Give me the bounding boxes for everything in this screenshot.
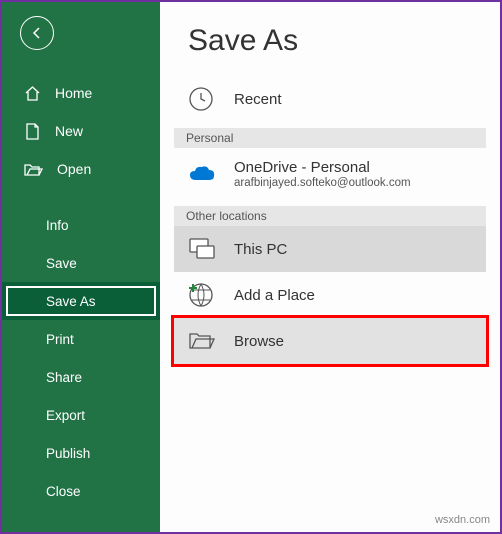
nav-home[interactable]: Home: [2, 74, 160, 112]
nav-label: Print: [46, 332, 74, 347]
onedrive-sub: arafbinjayed.softeko@outlook.com: [234, 177, 411, 189]
location-add-place[interactable]: Add a Place: [160, 272, 486, 318]
nav-open[interactable]: Open: [2, 150, 160, 188]
section-other: Other locations: [174, 206, 486, 226]
section-personal: Personal: [174, 128, 486, 148]
nav-label: New: [55, 123, 83, 139]
nav-label: Home: [55, 85, 92, 101]
nav-save-as[interactable]: Save As: [2, 282, 160, 320]
nav-label: Open: [57, 161, 91, 177]
backstage-sidebar: Home New Open Info Save Save As Print Sh…: [2, 2, 160, 532]
watermark: wsxdn.com: [435, 514, 490, 526]
location-label: Add a Place: [234, 287, 315, 304]
location-label: Browse: [234, 333, 284, 350]
open-icon: [24, 161, 43, 178]
page-title: Save As: [160, 24, 500, 58]
nav-label: Close: [46, 484, 81, 499]
back-button[interactable]: [20, 16, 54, 50]
nav-secondary: Info Save Save As Print Share Export Pub…: [2, 206, 160, 510]
onedrive-title: OneDrive - Personal: [234, 159, 411, 176]
nav-label: Info: [46, 218, 69, 233]
nav-label: Share: [46, 370, 82, 385]
location-label: This PC: [234, 241, 287, 258]
main-panel: Save As Recent Personal OneDrive - Perso…: [160, 2, 500, 532]
nav-publish[interactable]: Publish: [2, 434, 160, 472]
this-pc-icon: [188, 237, 234, 261]
location-browse[interactable]: Browse: [174, 318, 486, 364]
arrow-left-icon: [29, 25, 45, 41]
location-onedrive[interactable]: OneDrive - Personal arafbinjayed.softeko…: [160, 148, 486, 200]
onedrive-icon: [188, 164, 234, 184]
nav-close[interactable]: Close: [2, 472, 160, 510]
nav-label: Publish: [46, 446, 90, 461]
nav-info[interactable]: Info: [2, 206, 160, 244]
nav-save[interactable]: Save: [2, 244, 160, 282]
home-icon: [24, 85, 41, 102]
nav-share[interactable]: Share: [2, 358, 160, 396]
nav-label: Export: [46, 408, 85, 423]
location-label: Recent: [234, 91, 282, 108]
nav-label: Save As: [46, 294, 96, 309]
nav-primary: Home New Open: [2, 74, 160, 188]
nav-print[interactable]: Print: [2, 320, 160, 358]
nav-export[interactable]: Export: [2, 396, 160, 434]
location-this-pc[interactable]: This PC: [174, 226, 486, 272]
add-place-icon: [188, 282, 234, 308]
recent-icon: [188, 86, 234, 112]
nav-new[interactable]: New: [2, 112, 160, 150]
browse-icon: [188, 330, 234, 352]
nav-label: Save: [46, 256, 77, 271]
new-icon: [24, 123, 41, 140]
location-recent[interactable]: Recent: [160, 76, 486, 122]
